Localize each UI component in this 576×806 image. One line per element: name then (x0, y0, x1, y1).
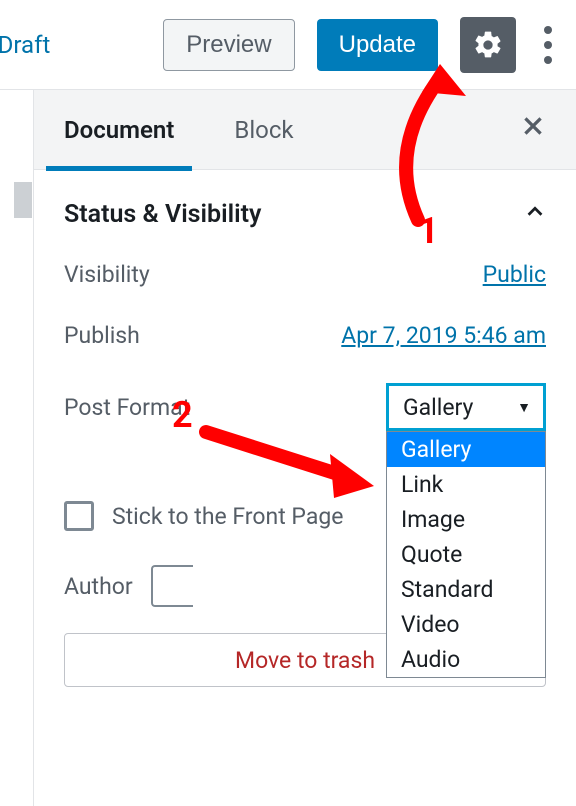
dot-icon (544, 56, 552, 64)
more-menu-button[interactable] (538, 20, 558, 70)
postformat-select[interactable]: Gallery (386, 383, 546, 431)
settings-panel: Document Block Status & Visibility Visib… (34, 90, 576, 806)
section-title: Status & Visibility (64, 200, 261, 229)
settings-button[interactable] (460, 17, 516, 73)
postformat-option[interactable]: Standard (387, 572, 545, 607)
dot-icon (544, 41, 552, 49)
postformat-selected-value: Gallery (403, 394, 473, 421)
postformat-dropdown: GalleryLinkImageQuoteStandardVideoAudio (386, 431, 546, 678)
stick-front-page-label: Stick to the Front Page (112, 503, 343, 530)
preview-button[interactable]: Preview (163, 19, 294, 71)
postformat-option[interactable]: Image (387, 502, 545, 537)
visibility-value-link[interactable]: Public (483, 261, 546, 288)
block-placeholder-icon (14, 182, 32, 218)
section-toggle-status[interactable]: Status & Visibility (64, 200, 546, 229)
postformat-option[interactable]: Link (387, 467, 545, 502)
author-label: Author (64, 573, 133, 600)
postformat-option[interactable]: Audio (387, 642, 545, 677)
editor-gutter (0, 90, 34, 806)
chevron-up-icon (524, 201, 546, 229)
update-button[interactable]: Update (317, 19, 438, 71)
publish-date-link[interactable]: Apr 7, 2019 5:46 am (341, 322, 546, 349)
stick-front-page-checkbox[interactable] (64, 501, 94, 531)
gear-icon (472, 29, 504, 61)
tab-block[interactable]: Block (204, 90, 323, 170)
author-select[interactable] (151, 565, 193, 607)
postformat-option[interactable]: Gallery (387, 432, 545, 467)
postformat-label: Post Format (64, 394, 190, 421)
tab-document[interactable]: Document (34, 90, 204, 170)
dot-icon (544, 26, 552, 34)
close-panel-button[interactable] (520, 112, 546, 147)
close-icon (520, 113, 546, 139)
publish-label: Publish (64, 322, 140, 349)
visibility-label: Visibility (64, 261, 150, 288)
switch-to-draft-link[interactable]: o Draft (0, 31, 50, 59)
postformat-option[interactable]: Quote (387, 537, 545, 572)
postformat-option[interactable]: Video (387, 607, 545, 642)
